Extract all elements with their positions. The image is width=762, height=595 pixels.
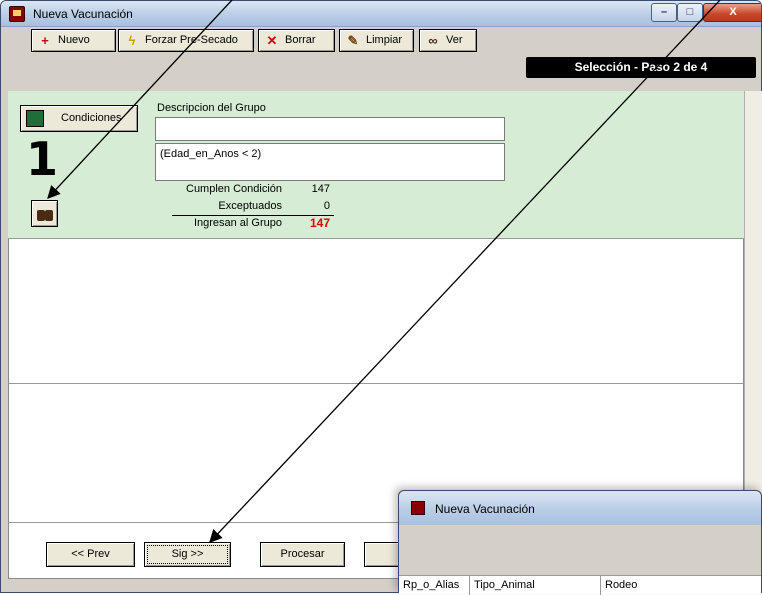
column-header[interactable]: Rodeo [601, 576, 762, 595]
exceptuados-value: 0 [323, 200, 330, 212]
broom-icon: ✎ [347, 33, 359, 48]
app-icon [9, 6, 25, 22]
condiciones-button[interactable]: Condiciones [20, 105, 138, 132]
popup-app-icon [411, 501, 425, 515]
view-group-button[interactable] [31, 200, 58, 227]
condiciones-label: Condiciones [61, 112, 122, 124]
nuevo-label: Nuevo [58, 34, 90, 46]
window-title: Nueva Vacunación [33, 7, 133, 21]
delete-x-icon: ✕ [266, 33, 278, 48]
nuevo-button[interactable]: + Nuevo [31, 29, 116, 52]
popup-title: Nueva Vacunación [435, 502, 535, 516]
ver-label: Ver [446, 34, 463, 46]
conditions-icon [26, 110, 44, 127]
popup-window[interactable]: Nueva Vacunación Rp_o_Alias Tipo_Animal … [398, 490, 762, 595]
group-separator [8, 383, 744, 384]
ver-button[interactable]: ∞ Ver [419, 29, 477, 52]
forzar-presecado-button[interactable]: ϟ Forzar Pre-Secado [118, 29, 254, 52]
new-icon: + [41, 33, 49, 48]
borrar-label: Borrar [285, 34, 316, 46]
column-header[interactable]: Rp_o_Alias [399, 576, 470, 595]
borrar-button[interactable]: ✕ Borrar [258, 29, 335, 52]
sig-button[interactable]: Sig >> [144, 542, 231, 567]
popup-title-bar[interactable]: Nueva Vacunación [399, 491, 761, 525]
condition-textbox[interactable]: (Edad_en_Anos < 2) [155, 143, 505, 181]
exceptuados-label: Exceptuados [218, 200, 282, 212]
ingresan-value: 147 [309, 216, 330, 230]
popup-grid-header: Rp_o_Alias Tipo_Animal Rodeo [399, 575, 762, 595]
ingresan-label: Ingresan al Grupo [193, 217, 282, 229]
group-number: 1 [26, 132, 59, 186]
limpiar-button[interactable]: ✎ Limpiar [339, 29, 414, 52]
title-bar[interactable]: Nueva Vacunación – □ X [1, 1, 761, 27]
minimize-button[interactable]: – [651, 3, 677, 22]
description-label: Descripcion del Grupo [157, 102, 266, 114]
prev-button[interactable]: << Prev [46, 542, 135, 567]
forzar-label: Forzar Pre-Secado [145, 34, 238, 46]
lightning-icon: ϟ [128, 33, 136, 48]
maximize-button[interactable]: □ [677, 3, 703, 22]
cumplen-value: 147 [311, 183, 330, 195]
limpiar-label: Limpiar [366, 34, 403, 46]
binoculars-icon: ∞ [428, 33, 438, 48]
description-input[interactable] [155, 117, 505, 141]
step-banner: Selección - Paso 2 de 4 [526, 57, 756, 78]
cumplen-label: Cumplen Condición [186, 183, 282, 195]
close-button[interactable]: X [703, 3, 761, 22]
column-header[interactable]: Tipo_Animal [470, 576, 601, 595]
procesar-button[interactable]: Procesar [260, 542, 345, 567]
